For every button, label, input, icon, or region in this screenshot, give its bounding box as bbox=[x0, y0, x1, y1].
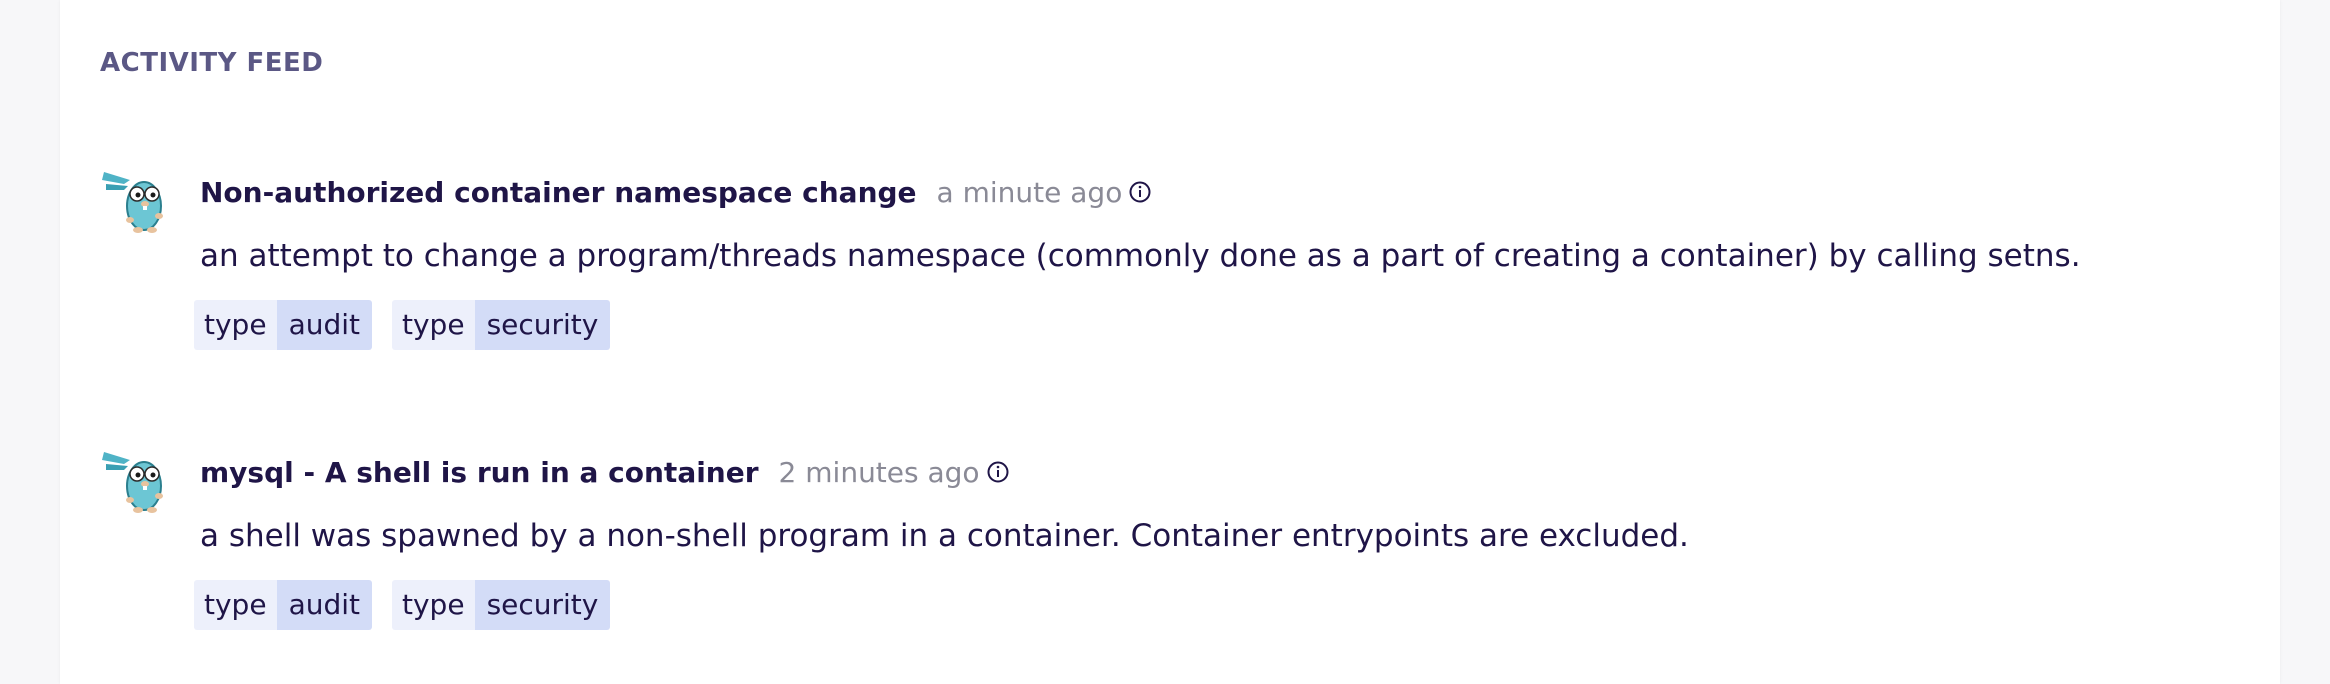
tag-key: type bbox=[392, 580, 475, 630]
activity-feed-card: ACTIVITY FEED Non-authorized container n… bbox=[60, 0, 2280, 684]
tag-type-audit[interactable]: type audit bbox=[194, 580, 372, 630]
feed-item-header: mysql - A shell is run in a container 2 … bbox=[200, 452, 2260, 492]
event-title[interactable]: mysql - A shell is run in a container bbox=[200, 456, 759, 489]
gopher-mascot-icon bbox=[102, 452, 163, 513]
tag-key: type bbox=[392, 300, 475, 350]
event-timestamp: a minute ago bbox=[936, 175, 1123, 209]
feed-item-header: Non-authorized container namespace chang… bbox=[200, 172, 2260, 212]
tag-list: type audit type security bbox=[194, 300, 2260, 350]
tag-value: audit bbox=[276, 580, 372, 630]
tag-key: type bbox=[194, 580, 277, 630]
tag-value: security bbox=[474, 300, 611, 350]
tag-type-security[interactable]: type security bbox=[392, 300, 611, 350]
gopher-mascot-icon bbox=[102, 172, 163, 233]
feed-item: mysql - A shell is run in a container 2 … bbox=[100, 444, 2260, 664]
section-heading: ACTIVITY FEED bbox=[100, 48, 324, 78]
tag-key: type bbox=[194, 300, 277, 350]
event-title[interactable]: Non-authorized container namespace chang… bbox=[200, 176, 917, 209]
feed-item: Non-authorized container namespace chang… bbox=[100, 164, 2260, 384]
tag-type-security[interactable]: type security bbox=[392, 580, 611, 630]
feed-item-body: mysql - A shell is run in a container 2 … bbox=[194, 444, 2260, 630]
feed-item-body: Non-authorized container namespace chang… bbox=[194, 164, 2260, 350]
tag-value: security bbox=[474, 580, 611, 630]
tag-type-audit[interactable]: type audit bbox=[194, 300, 372, 350]
tag-value: audit bbox=[276, 300, 372, 350]
info-icon[interactable] bbox=[1128, 180, 1152, 204]
tag-list: type audit type security bbox=[194, 580, 2260, 630]
event-timestamp: 2 minutes ago bbox=[778, 455, 980, 489]
event-description: an attempt to change a program/threads n… bbox=[200, 238, 2081, 274]
event-description: a shell was spawned by a non-shell progr… bbox=[200, 518, 1689, 554]
info-icon[interactable] bbox=[986, 460, 1010, 484]
